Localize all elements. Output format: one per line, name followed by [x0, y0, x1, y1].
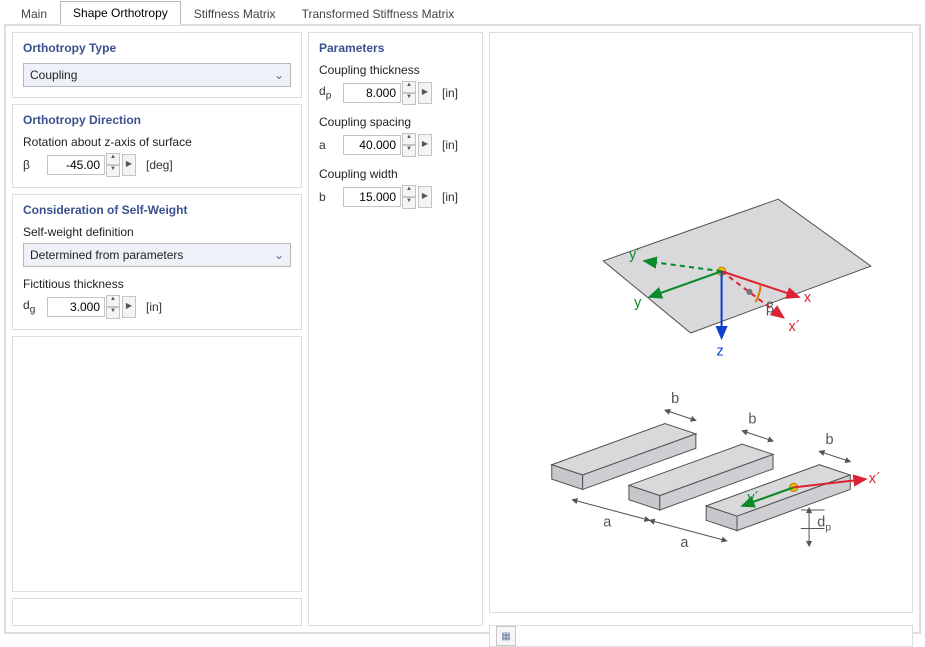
fictitious-thickness-label: Fictitious thickness: [23, 277, 291, 291]
orthotropy-type-dropdown[interactable]: Coupling ⌄: [23, 63, 291, 87]
spin-down-button[interactable]: ▼: [402, 145, 416, 157]
panel-title: Parameters: [319, 41, 472, 55]
unit-label: [in]: [442, 86, 458, 100]
coupling-bars: x´ y´ b b b a a: [552, 391, 881, 551]
spin-down-button[interactable]: ▼: [402, 93, 416, 105]
spin-down-button[interactable]: ▼: [106, 307, 120, 319]
svg-text:β: β: [766, 300, 774, 316]
tab-main[interactable]: Main: [8, 2, 60, 25]
preview-panel: x x´ y y´ z β: [489, 32, 913, 613]
svg-text:x´: x´: [869, 471, 881, 487]
middle-column: Parameters Coupling thickness dp ▲ ▼ ▶ […: [308, 32, 483, 626]
beta-input-group: ▲ ▼ ▶: [47, 153, 136, 177]
svg-text:z: z: [716, 344, 723, 360]
panel-orthotropy-type: Orthotropy Type Coupling ⌄: [12, 32, 302, 98]
dropdown-value: Determined from parameters: [30, 248, 183, 262]
chevron-down-icon: ⌄: [274, 248, 284, 262]
diagram-svg: x x´ y y´ z β: [490, 33, 912, 612]
b-symbol: b: [319, 190, 337, 204]
dp-input[interactable]: [343, 83, 401, 103]
svg-text:x: x: [804, 290, 812, 306]
tab-transformed-stiffness-matrix[interactable]: Transformed Stiffness Matrix: [289, 2, 468, 25]
beta-symbol: β: [23, 158, 41, 172]
a-symbol: a: [319, 138, 337, 152]
dp-symbol: dp: [319, 84, 337, 101]
spin-down-button[interactable]: ▼: [106, 165, 120, 177]
right-column: x x´ y y´ z β: [489, 32, 913, 626]
unit-label: [in]: [146, 300, 162, 314]
panel-footer-left: [12, 598, 302, 626]
rotation-label: Rotation about z-axis of surface: [23, 135, 291, 149]
self-weight-def-label: Self-weight definition: [23, 225, 291, 239]
coupling-spacing-label: Coupling spacing: [319, 115, 472, 129]
step-button[interactable]: ▶: [418, 186, 432, 208]
content-frame: Orthotropy Type Coupling ⌄ Orthotropy Di…: [4, 24, 921, 634]
spin-up-button[interactable]: ▲: [402, 81, 416, 93]
unit-label: [in]: [442, 138, 458, 152]
svg-text:b: b: [671, 391, 679, 407]
svg-text:y´: y´: [747, 490, 759, 506]
panel-orthotropy-direction: Orthotropy Direction Rotation about z-ax…: [12, 104, 302, 188]
unit-label: [deg]: [146, 158, 173, 172]
spin-up-button[interactable]: ▲: [106, 295, 120, 307]
svg-text:y: y: [634, 295, 642, 311]
spin-up-button[interactable]: ▲: [402, 133, 416, 145]
b-input[interactable]: [343, 187, 401, 207]
step-button[interactable]: ▶: [418, 82, 432, 104]
axes-plate: x x´ y y´ z β: [603, 199, 871, 359]
step-button[interactable]: ▶: [122, 296, 136, 318]
dg-input-group: ▲ ▼ ▶: [47, 295, 136, 319]
panel-title: Consideration of Self-Weight: [23, 203, 291, 217]
step-button[interactable]: ▶: [418, 134, 432, 156]
tab-bar: Main Shape Orthotropy Stiffness Matrix T…: [0, 0, 925, 24]
spin-up-button[interactable]: ▲: [106, 153, 120, 165]
dg-symbol: dg: [23, 298, 41, 315]
svg-text:dp: dp: [817, 514, 831, 533]
svg-text:a: a: [680, 535, 688, 551]
app-window: Main Shape Orthotropy Stiffness Matrix T…: [0, 0, 925, 643]
tab-shape-orthotropy[interactable]: Shape Orthotropy: [60, 1, 181, 25]
preview-toolbar: ▦: [489, 625, 913, 647]
left-column: Orthotropy Type Coupling ⌄ Orthotropy Di…: [12, 32, 302, 626]
beta-input[interactable]: [47, 155, 105, 175]
svg-text:y´: y´: [629, 247, 641, 263]
coupling-thickness-label: Coupling thickness: [319, 63, 472, 77]
self-weight-def-dropdown[interactable]: Determined from parameters ⌄: [23, 243, 291, 267]
tab-stiffness-matrix[interactable]: Stiffness Matrix: [181, 2, 289, 25]
grid-icon: ▦: [501, 631, 510, 642]
dropdown-value: Coupling: [30, 68, 77, 82]
panel-parameters: Parameters Coupling thickness dp ▲ ▼ ▶ […: [308, 32, 483, 626]
panel-title: Orthotropy Type: [23, 41, 291, 55]
svg-text:x´: x´: [788, 319, 800, 335]
svg-text:b: b: [826, 432, 834, 448]
svg-text:b: b: [748, 412, 756, 428]
chevron-down-icon: ⌄: [274, 68, 284, 82]
step-button[interactable]: ▶: [122, 154, 136, 176]
spin-down-button[interactable]: ▼: [402, 197, 416, 209]
svg-text:a: a: [603, 514, 611, 530]
panel-title: Orthotropy Direction: [23, 113, 291, 127]
a-input[interactable]: [343, 135, 401, 155]
unit-label: [in]: [442, 190, 458, 204]
coupling-width-label: Coupling width: [319, 167, 472, 181]
spin-up-button[interactable]: ▲: [402, 185, 416, 197]
panel-self-weight: Consideration of Self-Weight Self-weight…: [12, 194, 302, 330]
render-settings-button[interactable]: ▦: [496, 626, 516, 646]
dg-input[interactable]: [47, 297, 105, 317]
panel-empty: [12, 336, 302, 592]
